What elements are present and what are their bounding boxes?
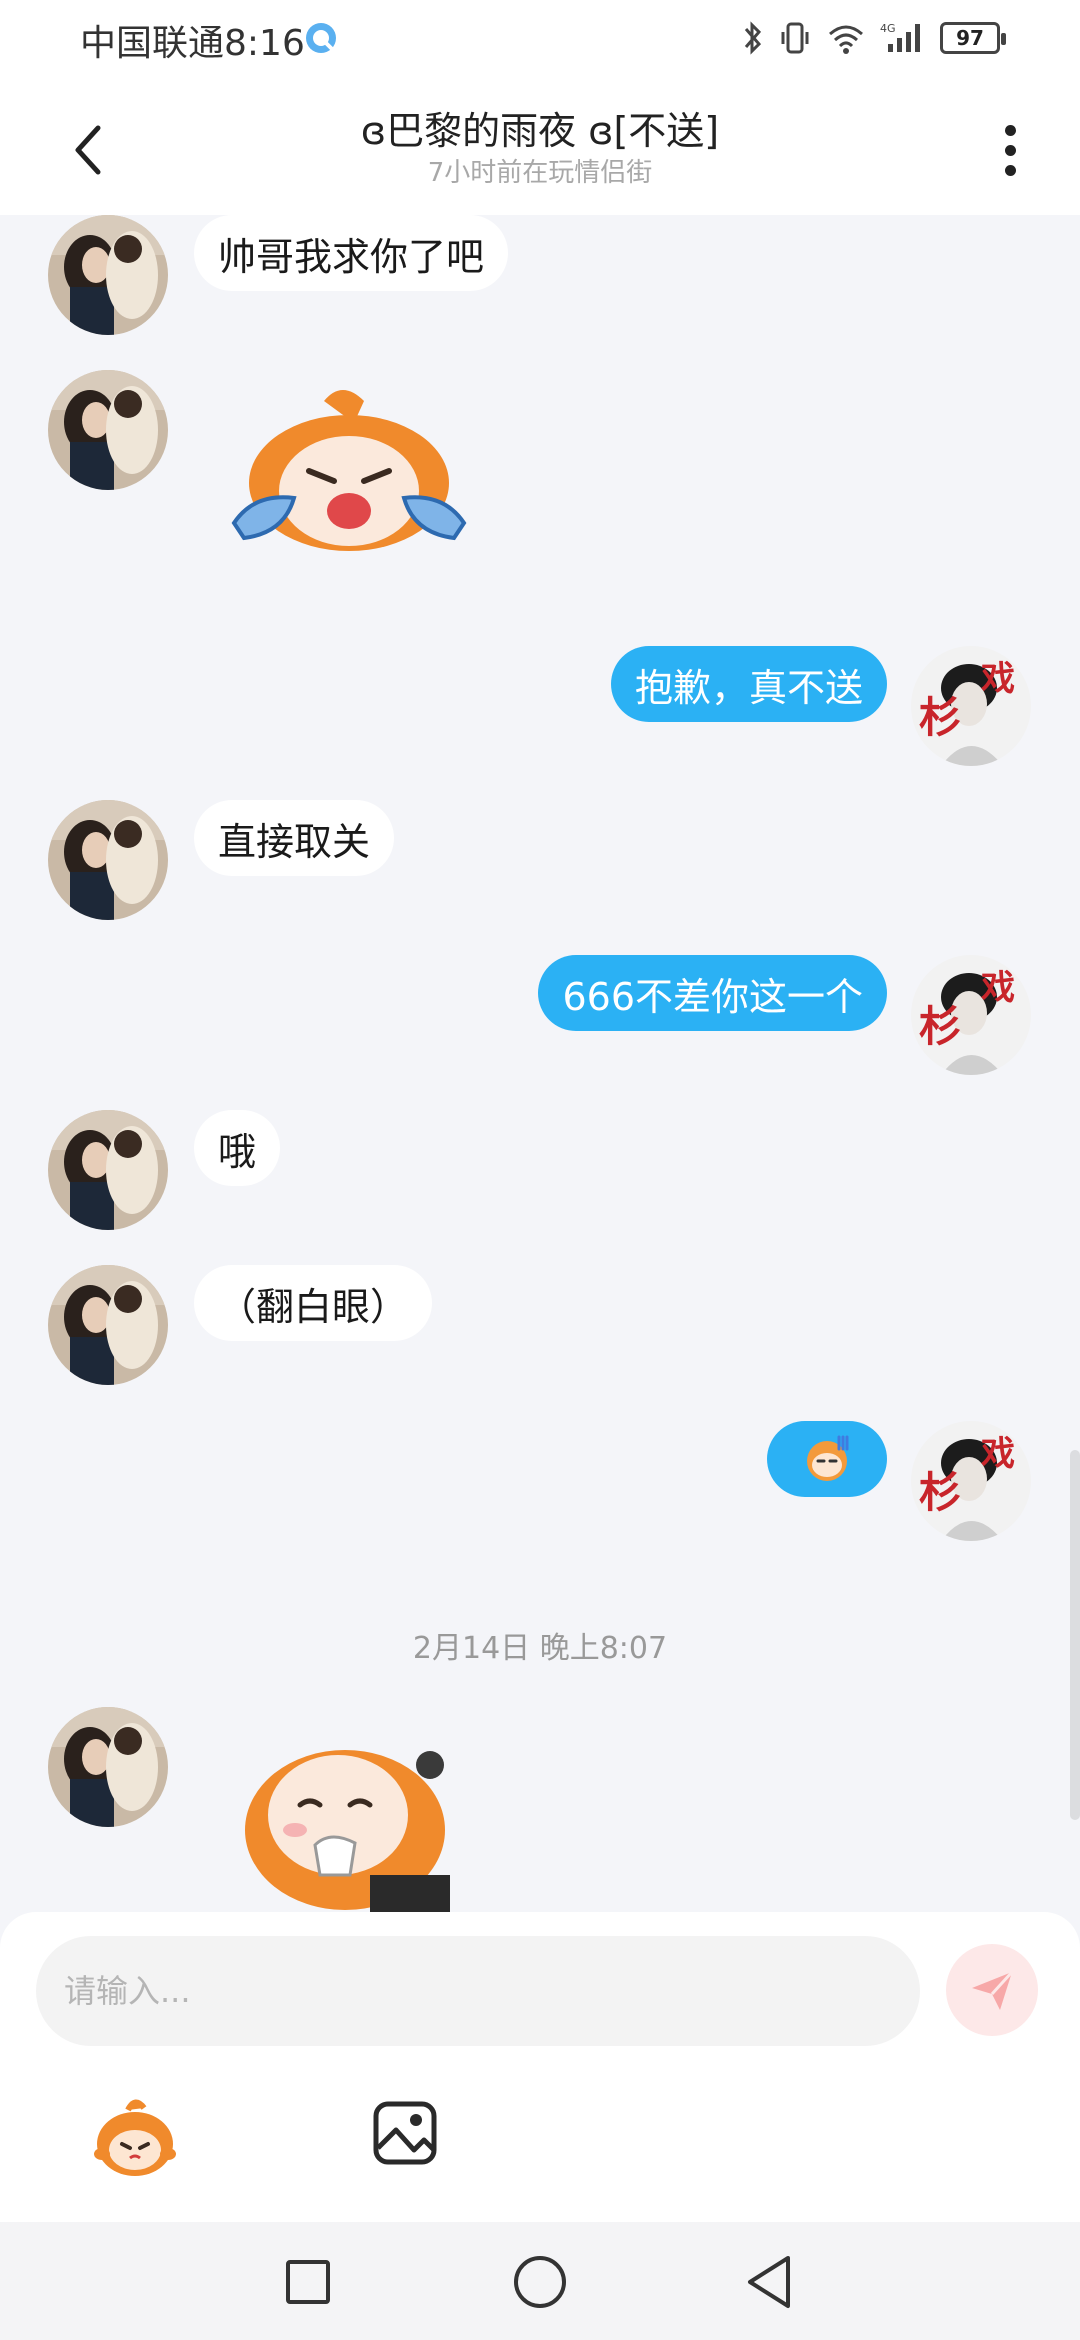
more-options-button[interactable] [980, 110, 1040, 190]
contact-name: ɞ巴黎的雨夜 ɞ[不送] [360, 109, 720, 153]
incoming-message[interactable]: 哦 [194, 1110, 281, 1186]
input-panel [0, 1912, 1080, 2222]
wifi-icon [829, 25, 863, 54]
my-avatar[interactable] [911, 646, 1031, 766]
incoming-message[interactable]: （翻白眼） [194, 1265, 433, 1341]
vibrate-icon [781, 22, 809, 54]
more-dot-icon [1004, 164, 1016, 176]
bluetooth-icon [744, 21, 762, 55]
status-bar: 中国联通8:16 4G 97 [0, 0, 1080, 80]
contact-avatar[interactable] [48, 1265, 168, 1385]
message-input[interactable] [36, 1936, 920, 2046]
battery-indicator: 97 [940, 22, 1006, 54]
contact-avatar[interactable] [48, 800, 168, 920]
status-icons: 4G 97 [742, 16, 1006, 60]
recent-apps-button[interactable] [286, 2260, 330, 2304]
home-button[interactable] [514, 2256, 566, 2308]
message-timestamp: 2月14日 晚上8:07 [412, 1631, 668, 1666]
app-notification-icon [306, 23, 336, 53]
contact-avatar[interactable] [48, 1110, 168, 1230]
message-list[interactable]: 杉 戏 帅哥我求你了吧 抱歉，真不送 直接取关 666不差你这一个 哦 （翻白眼… [0, 215, 1080, 1915]
crying-fox-sticker[interactable] [214, 383, 484, 555]
send-button[interactable] [946, 1944, 1038, 2036]
more-dot-icon [1004, 144, 1016, 156]
more-dot-icon [1004, 124, 1016, 136]
my-avatar[interactable] [911, 955, 1031, 1075]
incoming-message[interactable]: 帅哥我求你了吧 [194, 215, 509, 291]
system-back-button[interactable] [744, 2254, 794, 2310]
face-emoji-icon [807, 1435, 849, 1481]
outgoing-emoji-message[interactable] [767, 1421, 887, 1497]
incoming-message[interactable]: 直接取关 [194, 800, 395, 876]
tissue-fox-sticker[interactable] [220, 1725, 490, 1915]
image-picker-button[interactable] [372, 2100, 438, 2166]
my-avatar[interactable] [911, 1421, 1031, 1541]
sticker-picker-button[interactable] [90, 2092, 180, 2182]
svg-text:4G: 4G [880, 22, 896, 35]
send-icon [972, 1970, 1014, 2010]
contact-avatar[interactable] [48, 1707, 168, 1827]
contact-avatar[interactable] [48, 370, 168, 490]
contact-status: 7小时前在玩情侣街 [427, 158, 653, 188]
outgoing-message[interactable]: 666不差你这一个 [538, 955, 887, 1031]
outgoing-message[interactable]: 抱歉，真不送 [610, 646, 887, 722]
system-nav-bar [0, 2222, 1080, 2340]
chat-header: ɞ巴黎的雨夜 ɞ[不送] 7小时前在玩情侣街 [0, 80, 1080, 215]
contact-avatar[interactable] [48, 215, 168, 335]
carrier-time: 中国联通8:16 [80, 23, 305, 64]
scrollbar[interactable] [1070, 1450, 1080, 1820]
signal-icon: 4G [880, 22, 920, 52]
